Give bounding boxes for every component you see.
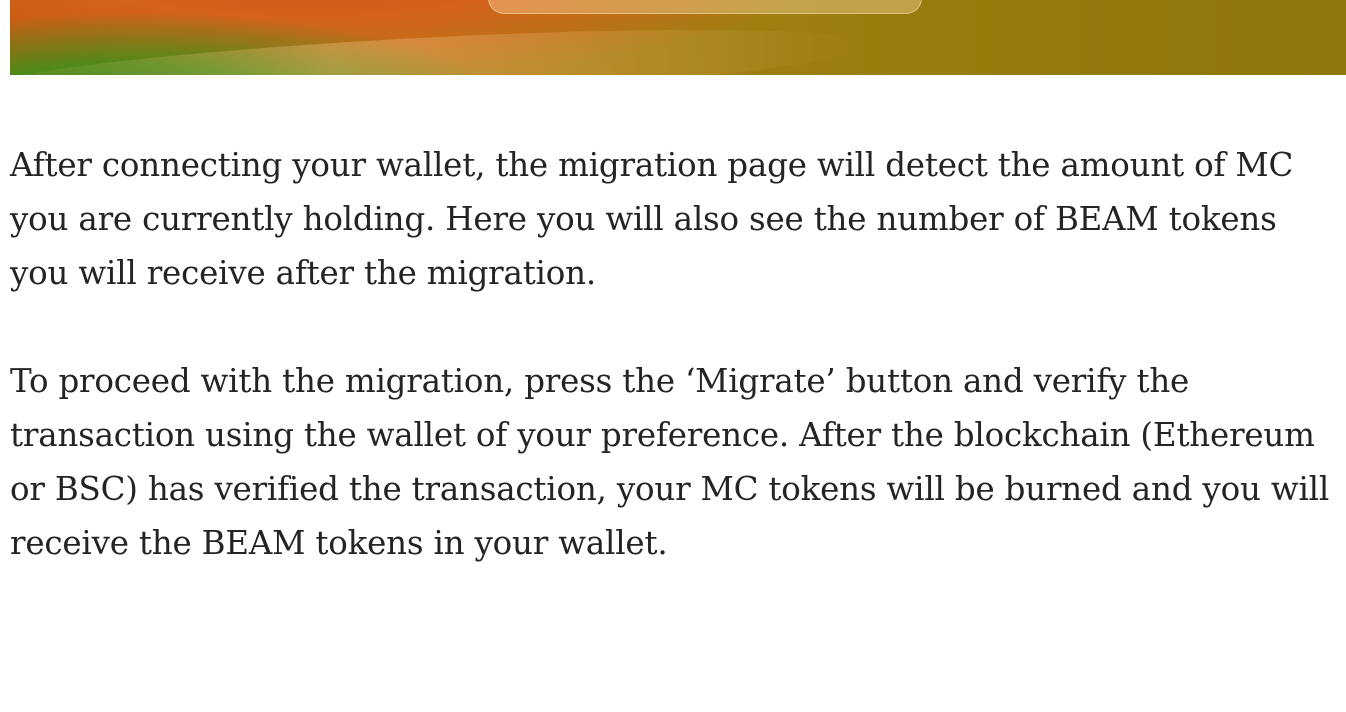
paragraph-migrate-steps: To proceed with the migration, press the… <box>10 362 1330 562</box>
hero-card <box>488 0 922 14</box>
paragraph-wallet-detection: After connecting your wallet, the migrat… <box>10 146 1294 292</box>
hero-sheen <box>10 14 871 75</box>
hero-image <box>10 0 1346 75</box>
article-page: After connecting your wallet, the migrat… <box>0 0 1346 712</box>
article-body: After connecting your wallet, the migrat… <box>10 138 1330 570</box>
